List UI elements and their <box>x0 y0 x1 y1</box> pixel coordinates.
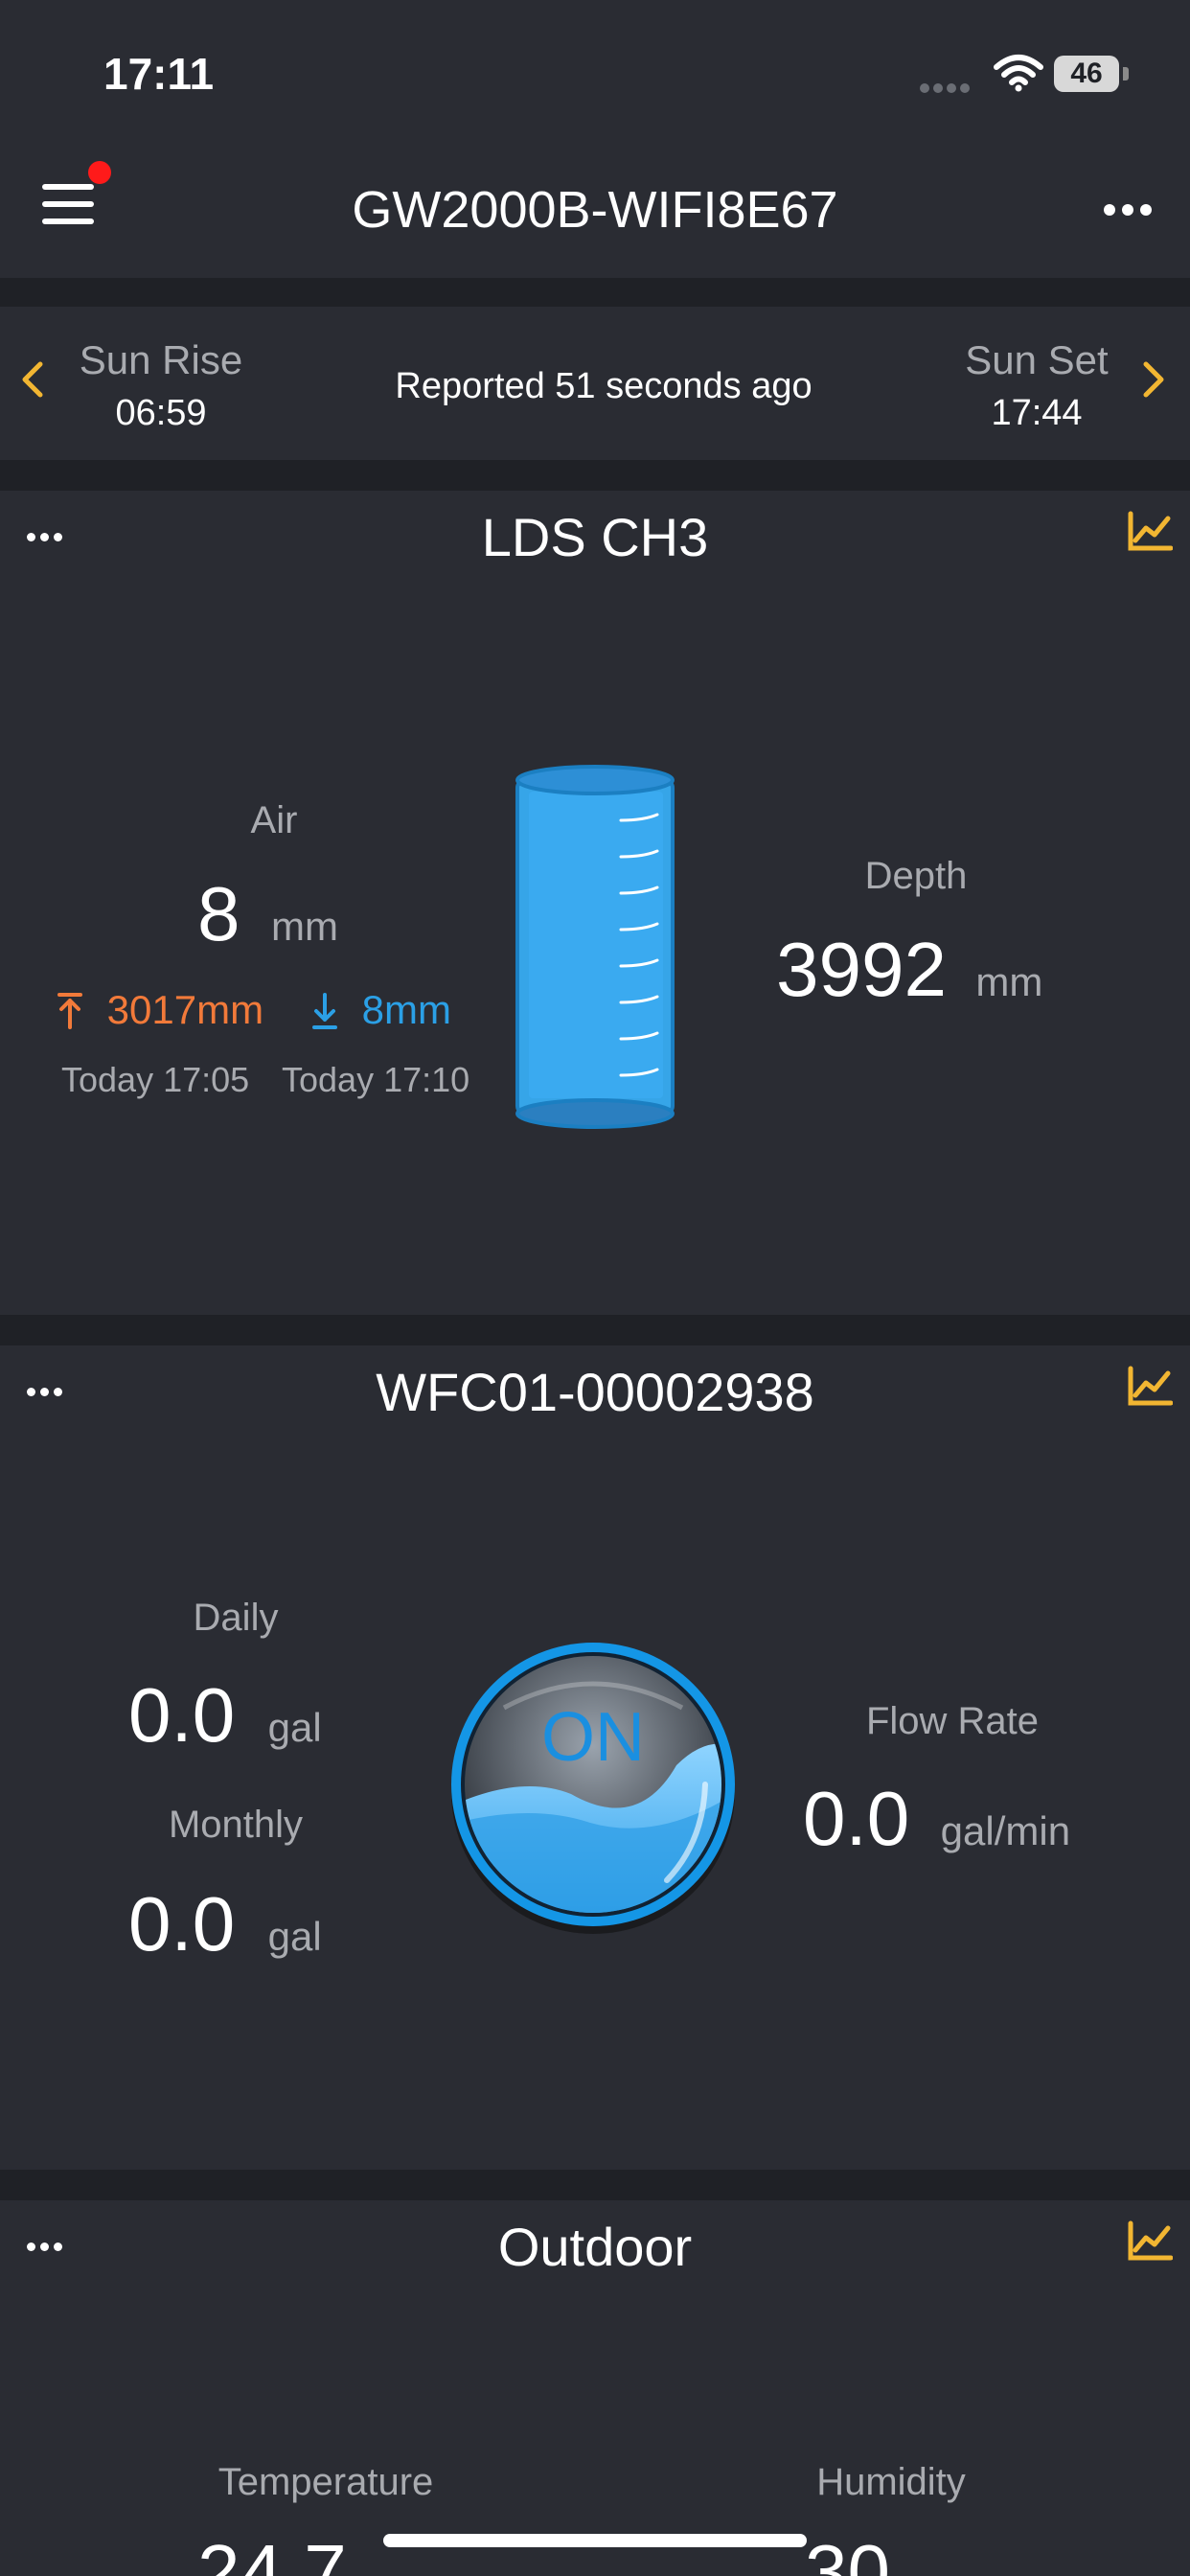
chevron-right-icon[interactable] <box>1140 358 1167 411</box>
wifi-icon <box>994 55 1043 92</box>
arrow-up-icon <box>56 987 96 1032</box>
air-max-value: 3017mm <box>106 987 264 1032</box>
chart-icon[interactable] <box>1127 2220 1173 2262</box>
sunset-time: 17:44 <box>991 393 1083 433</box>
air-min-time: Today 17:10 <box>282 1060 470 1099</box>
monthly-reading: 0.0 gal <box>128 1880 322 1968</box>
temperature-label: Temperature <box>217 2461 434 2503</box>
daily-unit: gal <box>267 1705 322 1750</box>
humidity-value-clip: 30 <box>805 2534 996 2576</box>
daily-label: Daily <box>193 1597 279 1639</box>
sunset-label: Sun Set <box>965 337 1109 382</box>
outdoor-card-title: Outdoor <box>497 2217 693 2277</box>
depth-label: Depth <box>864 855 968 897</box>
flow-rate-unit: gal/min <box>940 1808 1071 1853</box>
flow-rate-value: 0.0 <box>803 1776 910 1861</box>
air-min: 8mm <box>310 987 451 1033</box>
reported-status: Reported 51 seconds ago <box>395 366 812 406</box>
battery-icon: 46 <box>1054 56 1119 92</box>
cellular-signal-icon <box>920 80 973 93</box>
air-value: 8 <box>197 871 240 956</box>
chevron-left-icon[interactable] <box>19 358 46 411</box>
chart-icon[interactable] <box>1127 1365 1173 1407</box>
sunrise-label: Sun Rise <box>79 337 243 382</box>
valve-state: ON <box>541 1699 645 1776</box>
flow-rate-label: Flow Rate <box>865 1700 1040 1742</box>
daily-value: 0.0 <box>128 1672 236 1758</box>
home-indicator[interactable] <box>383 2534 807 2547</box>
air-max-time: Today 17:05 <box>61 1060 250 1099</box>
depth-unit: mm <box>975 959 1043 1004</box>
page-title: GW2000B-WIFI8E67 <box>352 181 838 239</box>
water-level-cylinder <box>515 765 675 1129</box>
humidity-label: Humidity <box>816 2461 966 2503</box>
battery-tip <box>1123 67 1129 80</box>
flow-rate-reading: 0.0 gal/min <box>803 1775 1070 1863</box>
lds-card-title: LDS CH3 <box>481 507 709 567</box>
air-label: Air <box>250 799 298 841</box>
more-options-button[interactable] <box>1104 203 1152 217</box>
depth-reading: 3992 mm <box>776 926 1042 1014</box>
depth-value: 3992 <box>776 927 947 1012</box>
chart-icon[interactable] <box>1127 510 1173 552</box>
sunrise-time: 06:59 <box>115 393 207 433</box>
monthly-value: 0.0 <box>128 1881 236 1966</box>
air-min-value: 8mm <box>361 987 452 1032</box>
humidity-value: 30 <box>805 2534 890 2576</box>
status-time: 17:11 <box>103 49 215 99</box>
temperature-value: 24.7 <box>197 2534 347 2576</box>
air-reading: 8 mm <box>197 870 338 958</box>
daily-reading: 0.0 gal <box>128 1671 322 1760</box>
wfc-card-title: WFC01-00002938 <box>376 1362 814 1422</box>
air-max: 3017mm <box>56 987 263 1033</box>
air-unit: mm <box>270 904 338 949</box>
valve-toggle-button[interactable]: ON <box>446 1641 740 1934</box>
arrow-down-icon <box>310 987 351 1032</box>
monthly-label: Monthly <box>168 1804 304 1846</box>
monthly-unit: gal <box>267 1914 322 1959</box>
